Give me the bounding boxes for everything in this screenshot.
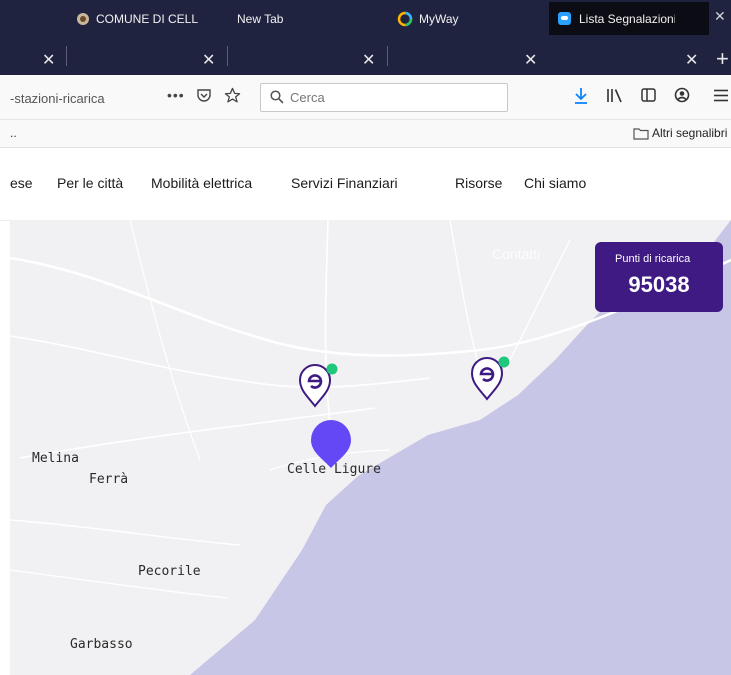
- tab-separator: [227, 46, 228, 66]
- navigation-toolbar: -stazioni-ricarica ••• Cerca: [0, 75, 731, 120]
- map-place-label: Ferrà: [89, 472, 129, 487]
- tab-close-icon[interactable]: ✕: [362, 50, 375, 70]
- tab-title: Lista Segnalazioni: [579, 11, 675, 26]
- new-tab-plus-icon[interactable]: +: [716, 46, 729, 72]
- tab-title: New Tab: [237, 11, 284, 26]
- myway-ring-icon: [397, 11, 413, 26]
- tab-close-icon[interactable]: ✕: [42, 50, 55, 70]
- other-bookmarks[interactable]: Altri segnalibri: [652, 126, 727, 140]
- tab-comune[interactable]: COMUNE DI CELL: [68, 2, 226, 35]
- tab-myway[interactable]: MyWay: [389, 2, 547, 35]
- tab-title: MyWay: [419, 11, 459, 26]
- nav-item[interactable]: Mobilità elettrica: [151, 175, 252, 191]
- hamburger-menu-icon[interactable]: [714, 89, 728, 102]
- charging-points-counter: Punti di ricarica 95038: [595, 242, 723, 312]
- search-placeholder: Cerca: [290, 90, 325, 105]
- download-arrow-icon[interactable]: [574, 87, 588, 105]
- bookmarks-overflow[interactable]: ..: [10, 126, 17, 140]
- account-icon[interactable]: [674, 87, 690, 103]
- tab-lista-segnalazioni[interactable]: Lista Segnalazioni: [549, 2, 709, 35]
- page-actions-icon[interactable]: •••: [167, 87, 185, 103]
- location-pin-icon[interactable]: [309, 418, 353, 470]
- charging-station-marker[interactable]: [467, 353, 511, 403]
- charging-station-marker[interactable]: [295, 360, 339, 410]
- tab-separator: [387, 46, 388, 66]
- search-input[interactable]: Cerca: [260, 83, 508, 112]
- map-place-label: Garbasso: [70, 637, 133, 652]
- tab-close-icon[interactable]: ✕: [202, 50, 215, 70]
- nav-item[interactable]: Chi siamo: [524, 175, 586, 191]
- chat-bubble-icon: [558, 12, 571, 25]
- tab-close-icon[interactable]: ✕: [524, 50, 537, 70]
- counter-value: 95038: [628, 272, 690, 297]
- municipal-crest-icon: [77, 12, 89, 25]
- nav-item[interactable]: ese: [10, 175, 33, 191]
- folder-icon: [633, 128, 649, 140]
- tab-title: COMUNE DI CELL: [96, 11, 199, 26]
- close-window-icon[interactable]: ✕: [714, 8, 726, 25]
- tab-new-tab[interactable]: New Tab: [229, 2, 384, 35]
- bookmarks-toolbar: .. Altri segnalibri: [0, 120, 731, 148]
- counter-label: Punti di ricarica: [615, 253, 691, 265]
- site-navigation: ese Per le città Mobilità elettrica Serv…: [0, 148, 731, 221]
- map-place-label: Melina: [32, 451, 79, 466]
- search-icon: [270, 90, 284, 104]
- nav-item[interactable]: Servizi Finanziari: [291, 175, 398, 191]
- library-icon[interactable]: [606, 88, 624, 103]
- nav-item[interactable]: Risorse: [455, 175, 502, 191]
- sidebar-icon[interactable]: [641, 88, 656, 102]
- tab-separator: [66, 46, 67, 66]
- map-place-label: Pecorile: [138, 564, 201, 579]
- pocket-icon[interactable]: [196, 88, 212, 103]
- tab-close-icon[interactable]: ✕: [685, 50, 698, 70]
- nav-item[interactable]: Per le città: [57, 175, 123, 191]
- bookmark-star-icon[interactable]: [224, 87, 241, 104]
- url-bar[interactable]: -stazioni-ricarica: [10, 91, 105, 106]
- header-contatti-faded: Contatti: [492, 246, 541, 262]
